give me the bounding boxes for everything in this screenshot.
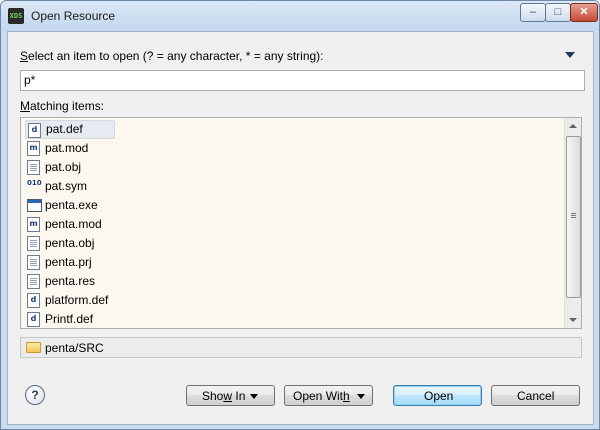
list-item-label: penta.res (45, 274, 96, 288)
list-item-label: pat.def (46, 122, 83, 136)
list-item[interactable]: d platform.def (25, 291, 525, 310)
view-menu-icon[interactable] (565, 52, 575, 58)
filter-input[interactable] (20, 70, 585, 91)
list-item-label: penta.prj (45, 255, 92, 269)
list-item[interactable]: penta.exe (25, 196, 525, 215)
close-button[interactable]: ✕ (570, 3, 598, 22)
list-item[interactable]: pat.obj (25, 158, 525, 177)
list-item[interactable]: penta.obj (25, 234, 525, 253)
list-scrollbar[interactable] (564, 118, 581, 328)
help-icon[interactable]: ? (25, 385, 45, 405)
scroll-up-icon[interactable] (565, 118, 581, 134)
maximize-button[interactable]: □ (545, 3, 571, 22)
location-path: penta/SRC (45, 341, 104, 355)
list-item[interactable]: d pat.def (25, 120, 115, 139)
window-title: Open Resource (31, 9, 116, 23)
def-file-icon: d (28, 123, 41, 138)
show-in-label: Show In (202, 389, 246, 403)
exe-file-icon (27, 199, 42, 212)
open-with-button[interactable]: Open With (284, 385, 373, 406)
folder-icon (26, 342, 41, 353)
list-item-label: platform.def (45, 293, 109, 307)
open-resource-dialog: XDS Open Resource – □ ✕ Select an item t… (0, 0, 600, 430)
list-item-label: Printf.def (45, 312, 94, 326)
cancel-label: Cancel (517, 389, 555, 403)
def-file-icon: d (27, 312, 40, 327)
list-item[interactable]: 010 pat.sym (25, 177, 525, 196)
obj-file-icon (27, 236, 40, 251)
cancel-button[interactable]: Cancel (491, 385, 580, 406)
open-with-label: Open With (293, 389, 350, 403)
matching-items-label: Matching items: (20, 99, 105, 113)
dialog-body: Select an item to open (? = any characte… (7, 31, 594, 425)
show-in-button[interactable]: Show In (186, 385, 275, 406)
res-file-icon (27, 274, 40, 289)
obj-file-icon (27, 160, 40, 175)
title-bar[interactable]: XDS Open Resource – □ ✕ (1, 1, 599, 31)
sym-file-icon: 010 (27, 179, 42, 187)
list-item-label: pat.mod (45, 141, 89, 155)
list-item[interactable]: penta.res (25, 272, 525, 291)
mod-file-icon: m (27, 217, 40, 232)
list-item-label: penta.obj (45, 236, 95, 250)
list-item-label: pat.sym (45, 179, 88, 193)
list-item[interactable]: m penta.mod (25, 215, 525, 234)
scroll-down-icon[interactable] (565, 312, 581, 328)
list-item-label: penta.exe (45, 198, 98, 212)
list-item[interactable]: d Printf.def (25, 310, 525, 328)
selected-item-location: penta/SRC (20, 337, 582, 358)
list-item[interactable]: penta.prj (25, 253, 525, 272)
list-item[interactable]: m pat.mod (25, 139, 525, 158)
matching-items-list[interactable]: d Printf.def d platform.def penta.res penta.p… (20, 117, 582, 329)
mod-file-icon: m (27, 141, 40, 156)
list-item-label: penta.mod (45, 217, 102, 231)
thumb-grip-icon (571, 213, 576, 214)
filter-prompt-label: Select an item to open (? = any characte… (20, 49, 324, 63)
chevron-down-icon (250, 394, 258, 399)
scrollbar-thumb[interactable] (566, 136, 581, 298)
open-button[interactable]: Open (393, 385, 482, 406)
minimize-button[interactable]: – (520, 3, 546, 22)
def-file-icon: d (27, 293, 40, 308)
chevron-down-icon (357, 394, 365, 399)
list-item-label: pat.obj (45, 160, 82, 174)
open-label: Open (424, 389, 454, 403)
app-icon: XDS (8, 8, 24, 24)
prj-file-icon (27, 255, 40, 270)
